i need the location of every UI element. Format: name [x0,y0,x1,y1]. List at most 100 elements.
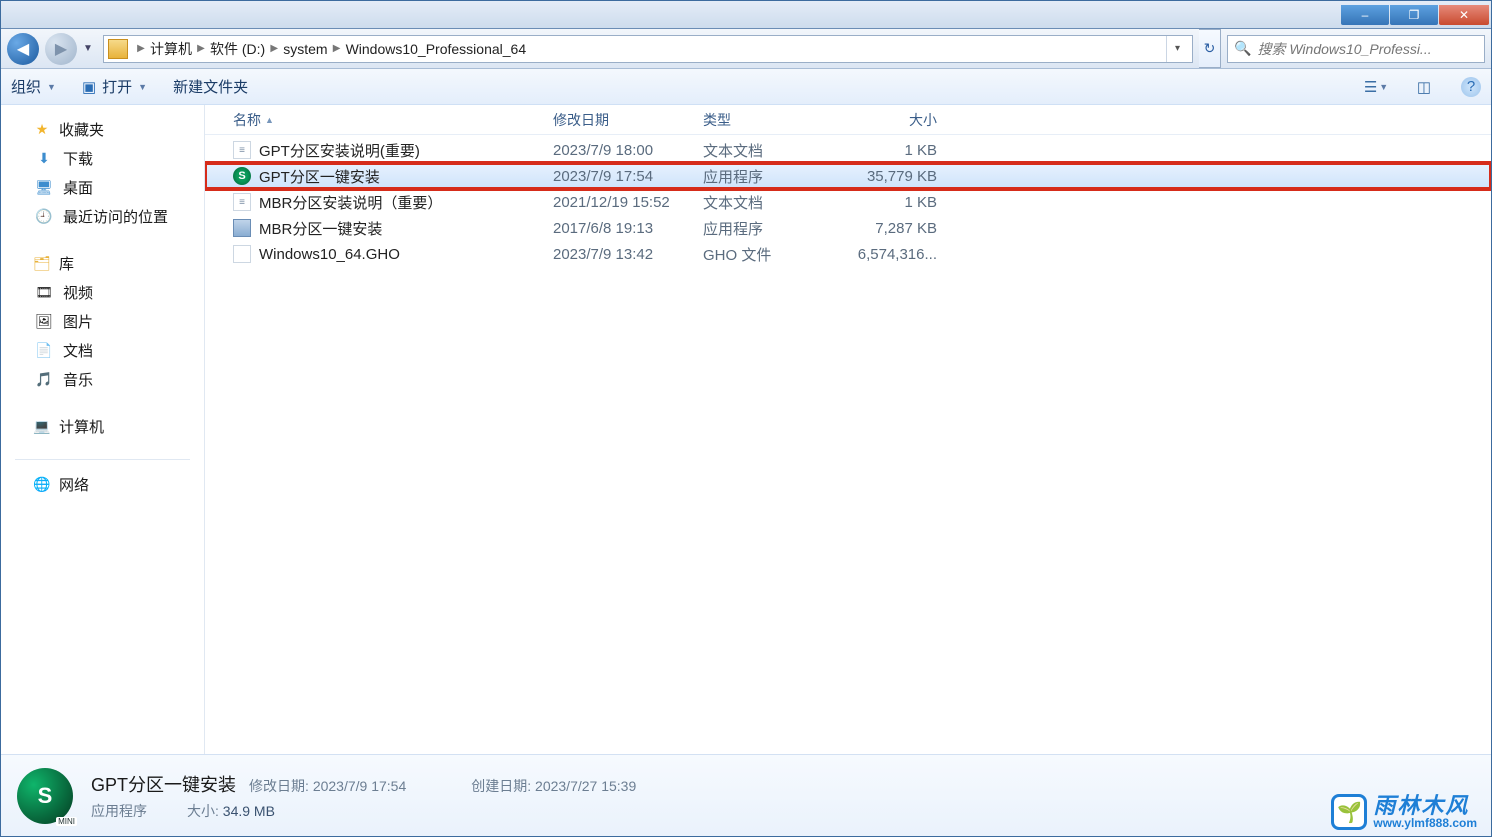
column-name[interactable]: 名称▲ [225,110,545,130]
breadcrumb[interactable]: 计算机 [148,36,194,62]
sidebar: ▷★ 收藏夹 ⬇ 下载 🖥 桌面 🕘 最近访问的位置 ▷🗂 库 🎞视频 🖼图片 📄 文档… [1,105,205,754]
search-input[interactable] [1257,41,1478,57]
table-row[interactable]: ≡MBR分区安装说明（重要）2021/12/19 15:52文本文档1 KB [205,189,1491,215]
sidebar-item-videos[interactable]: 🎞视频 [1,278,204,307]
preview-pane-button[interactable]: ◫ [1413,76,1435,98]
file-date: 2023/7/9 18:00 [545,142,695,159]
file-type: GHO 文件 [695,244,835,265]
document-icon: 📄 [35,342,53,360]
sidebar-item-label: 音乐 [63,369,93,390]
details-create-label: 创建日期: [471,778,531,794]
file-date: 2023/7/9 13:42 [545,246,695,263]
chevron-down-icon: ▼ [138,82,147,92]
new-folder-label: 新建文件夹 [173,76,248,97]
file-icon: ≡ [233,141,251,159]
file-icon [233,219,251,237]
sidebar-item-pictures[interactable]: 🖼图片 [1,307,204,336]
file-name: Windows10_64.GHO [259,246,400,263]
recent-icon: 🕘 [35,208,53,226]
details-create-value: 2023/7/27 15:39 [535,778,636,794]
desktop-icon: 🖥 [35,179,53,197]
sidebar-item-music[interactable]: 🎵 音乐 [1,365,204,394]
sidebar-label: 库 [59,253,74,274]
sidebar-item-label: 文档 [63,340,93,361]
column-size[interactable]: 大小 [835,110,945,130]
organize-menu[interactable]: 组织 ▼ [11,76,56,97]
table-row[interactable]: ≡ GPT分区安装说明(重要) 2023/7/9 18:00文本文档1 KB [205,137,1491,163]
file-pane: 名称▲ 修改日期 类型 大小 ≡ GPT分区安装说明(重要) 2023/7/9 18… [205,105,1491,754]
file-size: 6,574,316... [835,246,945,263]
sidebar-label: 网络 [59,474,89,495]
file-icon: S [233,167,251,185]
sidebar-computer[interactable]: ▷💻 计算机 [1,412,204,441]
sidebar-label: 计算机 [59,416,104,437]
chevron-right-icon[interactable]: ▶ [134,43,148,54]
logo-url: www.ylmf888.com [1373,817,1477,829]
file-name: GPT分区一键安装 [259,166,380,187]
file-icon [233,245,251,263]
details-mod-value: 2023/7/9 17:54 [313,778,406,794]
table-row[interactable]: SGPT分区一键安装2023/7/9 17:54应用程序35,779 KB [205,163,1491,189]
view-options-button[interactable]: ☰ ▼ [1365,76,1387,98]
file-size: 1 KB [835,142,945,159]
address-bar[interactable]: ▶ 计算机 ▶ 软件 (D:) ▶ system ▶ Windows10_Pro… [103,35,1193,63]
chevron-right-icon[interactable]: ▶ [330,43,344,54]
maximize-button[interactable]: ❐ [1390,5,1438,25]
file-size: 35,779 KB [835,168,945,185]
navbar: ◀ ▶ ▼ ▶ 计算机 ▶ 软件 (D:) ▶ system ▶ Windows… [1,29,1491,69]
breadcrumb[interactable]: system [281,36,329,62]
computer-icon: 💻 [33,418,51,436]
sidebar-network[interactable]: ▷🌐 网络 [1,470,204,499]
search-box[interactable]: 🔍 [1227,35,1485,63]
sidebar-item-recent[interactable]: 🕘 最近访问的位置 [1,202,204,231]
star-icon: ★ [33,121,51,139]
file-name: MBR分区一键安装 [259,218,382,239]
file-name: GPT分区安装说明(重要) [259,140,420,161]
divider [15,459,190,460]
network-icon: 🌐 [33,476,51,494]
file-size: 1 KB [835,194,945,211]
file-type: 文本文档 [695,140,835,161]
library-icon: 🗂 [33,255,51,273]
sort-asc-icon: ▲ [265,115,274,125]
sidebar-item-label: 最近访问的位置 [63,206,168,227]
sidebar-item-label: 桌面 [63,177,93,198]
column-type[interactable]: 类型 [695,110,835,130]
file-date: 2017/6/8 19:13 [545,220,695,237]
leaf-icon: 🌱 [1331,794,1367,830]
picture-icon: 🖼 [35,313,53,331]
sidebar-item-label: 下载 [63,148,93,169]
column-date[interactable]: 修改日期 [545,110,695,130]
help-button[interactable]: ? [1461,77,1481,97]
details-size-label: 大小: [187,803,219,819]
column-headers: 名称▲ 修改日期 类型 大小 [205,105,1491,135]
chevron-right-icon[interactable]: ▶ [267,43,281,54]
address-dropdown[interactable]: ▾ [1166,36,1188,62]
table-row[interactable]: Windows10_64.GHO 2023/7/9 13:42GHO 文件6,57… [205,241,1491,267]
sidebar-item-documents[interactable]: 📄 文档 [1,336,204,365]
breadcrumb[interactable]: Windows10_Professional_64 [344,36,529,62]
table-row[interactable]: MBR分区一键安装2017/6/8 19:13应用程序7,287 KB [205,215,1491,241]
music-icon: 🎵 [35,371,53,389]
download-icon: ⬇ [35,150,53,168]
minimize-button[interactable]: – [1341,5,1389,25]
open-button[interactable]: ▣ 打开 ▼ [82,76,147,97]
chevron-right-icon[interactable]: ▶ [194,43,208,54]
video-icon: 🎞 [35,284,53,302]
sidebar-item-downloads[interactable]: ⬇ 下载 [1,144,204,173]
refresh-button[interactable]: ↻ [1199,29,1221,68]
back-button[interactable]: ◀ [7,33,39,65]
sidebar-libraries[interactable]: ▷🗂 库 [1,249,204,278]
file-date: 2023/7/9 17:54 [545,168,695,185]
forward-button[interactable]: ▶ [45,33,77,65]
details-pane: S GPT分区一键安装 修改日期: 2023/7/9 17:54 创建日期: 2… [1,754,1491,836]
titlebar: – ❐ ✕ [1,1,1491,29]
folder-icon [108,39,128,59]
sidebar-favorites[interactable]: ▷★ 收藏夹 [1,115,204,144]
sidebar-label: 收藏夹 [59,119,104,140]
breadcrumb[interactable]: 软件 (D:) [208,36,267,62]
sidebar-item-desktop[interactable]: 🖥 桌面 [1,173,204,202]
nav-history-dropdown[interactable]: ▼ [83,43,97,54]
new-folder-button[interactable]: 新建文件夹 [173,76,248,97]
close-button[interactable]: ✕ [1439,5,1489,25]
